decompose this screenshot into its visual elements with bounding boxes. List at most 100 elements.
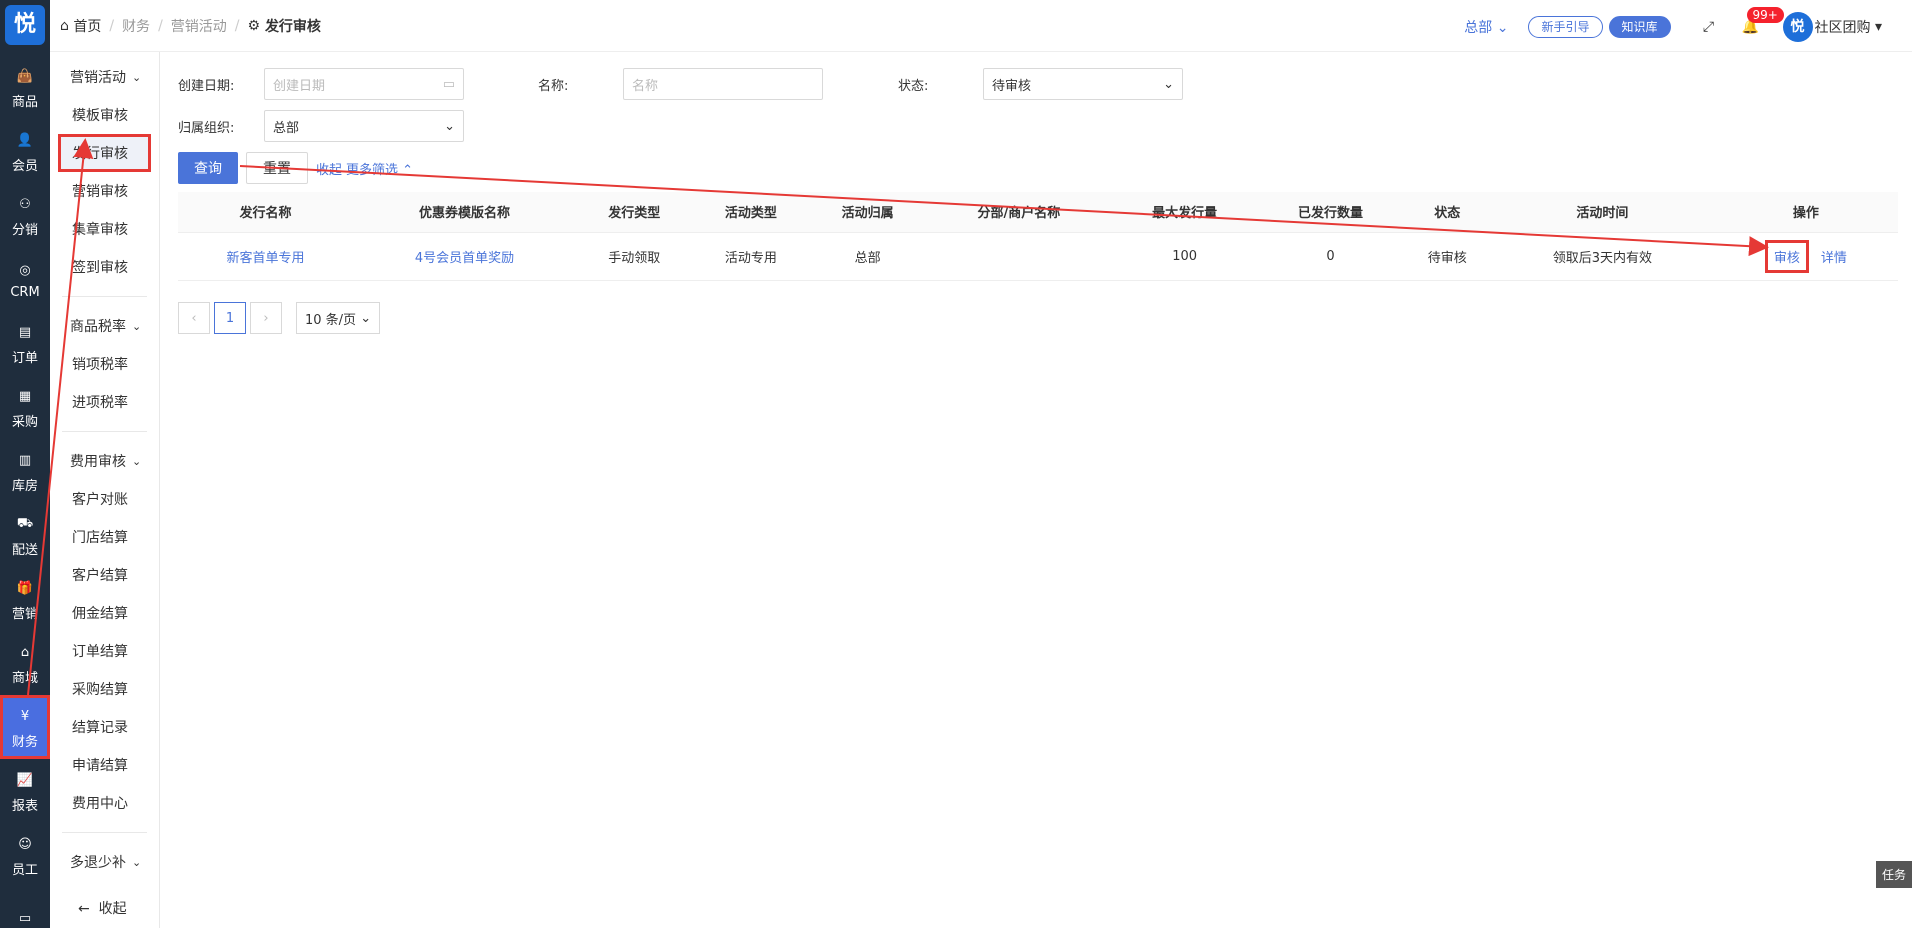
breadcrumb: ⌂ 首页 / 财务 / 营销活动 / ⚙ 发行审核 [60, 16, 321, 36]
rail-item-9[interactable]: ⌂ 商城 [0, 631, 50, 695]
rail-item-11[interactable]: 📈 报表 [0, 759, 50, 823]
rail-item-12[interactable]: ☺ 员工 [0, 823, 50, 887]
column-header: 活动时间 [1491, 192, 1714, 233]
truck-icon: ⛟ [16, 516, 34, 531]
submenu-item[interactable]: 门店结算 [50, 518, 159, 556]
rail-item-7[interactable]: ⛟ 配送 [0, 503, 50, 567]
detail-button[interactable]: 详情 [1821, 247, 1847, 266]
column-header: 发行名称 [178, 192, 354, 233]
home-icon: ⌂ [60, 18, 74, 34]
query-button[interactable]: 查询 [178, 152, 238, 184]
collapse-menu-button[interactable]: ← 收起 [78, 898, 127, 918]
created-date-input[interactable]: 创建日期 ▭ [264, 68, 464, 100]
submenu-item[interactable]: 客户结算 [50, 556, 159, 594]
staff-icon: ☺ [18, 837, 32, 852]
breadcrumb-finance[interactable]: 财务 [122, 16, 150, 36]
submenu-item[interactable]: 模板审核 [50, 96, 159, 134]
page-1-button[interactable]: 1 [214, 302, 246, 334]
chevron-down-icon: ⌄ [132, 70, 142, 84]
arrow-left-icon: ← [78, 901, 90, 917]
rail-item-3[interactable]: ◎ CRM [0, 247, 50, 311]
reset-button[interactable]: 重置 [246, 152, 308, 184]
submenu-group-3[interactable]: 多退少补 ⌄ [50, 843, 159, 881]
submenu-item[interactable]: 进项税率 [50, 383, 159, 421]
column-header: 最大发行量 [1111, 192, 1258, 233]
user-icon: 👤 [16, 133, 34, 148]
breadcrumb-home[interactable]: 首页 [73, 16, 101, 36]
org-select[interactable]: 总部 ⌄ [264, 110, 464, 142]
user-menu[interactable]: 悦 社区团购 ▾ [1782, 12, 1882, 42]
rail-item-5[interactable]: ▦ 采购 [0, 375, 50, 439]
submenu-item[interactable]: 申请结算 [50, 746, 159, 784]
issue-audit-table: 发行名称 优惠券模版名称 发行类型 活动类型 活动归属 分部/商户名称 最大发行量 已发行数量… [178, 192, 1898, 281]
filter-status: 状态: 待审核 ⌄ [898, 68, 1183, 100]
secondary-menu: 营销活动 ⌄ 模板审核 发行审核 营销审核 集章审核 签到审核商品税率 ⌄ 销项税率 进项税率费用… [50, 0, 160, 928]
cell-name[interactable]: 新客首单专用 [178, 232, 354, 281]
rail-item-label: 会员 [11, 158, 38, 174]
top-header: ⌂ 首页 / 财务 / 营销活动 / ⚙ 发行审核 总部 ⌄ 新手引导 知识库 … [50, 0, 1912, 52]
rail-item-label: 分销 [11, 222, 38, 238]
rail-item-10[interactable]: ¥ 财务 [0, 695, 50, 759]
more-filter-link[interactable]: 更多筛选 ⌃ [346, 159, 413, 178]
submenu-item[interactable]: 集章审核 [50, 210, 159, 248]
left-nav-rail: 悦 👜 商品 👤 会员 ⚇ 分销 ◎ CRM ▤ 订单 ▦ 采购 ▥ 库房 ⛟ 配送 🎁 营销 ⌂ 商城 ¥ 财务 📈 报表 ☺… [0, 0, 50, 928]
chevron-down-icon: ⌄ [132, 855, 142, 869]
page-size-select[interactable]: 10 条/页 ⌄ [296, 302, 381, 334]
submenu-item[interactable]: 费用中心 [50, 784, 159, 822]
bag-icon: 👜 [16, 69, 34, 84]
chevron-down-icon: ⌄ [132, 454, 142, 468]
filter-actions: 查询 重置 收起 更多筛选 ⌃ [178, 152, 413, 184]
submenu-item[interactable]: 采购结算 [50, 670, 159, 708]
prev-page-button[interactable]: ‹ [178, 302, 210, 334]
clipboard-icon: ▦ [18, 389, 32, 404]
guide-button[interactable]: 新手引导 [1528, 16, 1603, 38]
submenu-item[interactable]: 结算记录 [50, 708, 159, 746]
submenu-item[interactable]: 签到审核 [50, 248, 159, 286]
submenu-item[interactable]: 订单结算 [50, 632, 159, 670]
rail-item-2[interactable]: ⚇ 分销 [0, 183, 50, 247]
rail-item-8[interactable]: 🎁 营销 [0, 567, 50, 631]
submenu-group-0[interactable]: 营销活动 ⌄ [50, 58, 159, 96]
bell-icon[interactable]: 🔔 99+ [1741, 7, 1784, 37]
rail-item-13[interactable]: ▭ [0, 887, 50, 928]
submenu-group-2[interactable]: 费用审核 ⌄ [50, 442, 159, 480]
order-icon: ▤ [18, 325, 32, 340]
rail-item-4[interactable]: ▤ 订单 [0, 311, 50, 375]
collapse-filter-link[interactable]: 收起 [316, 159, 342, 178]
audit-button[interactable]: 审核 [1764, 239, 1809, 273]
filter-org: 归属组织: 总部 ⌄ [178, 110, 464, 142]
rail-item-label: 采购 [11, 414, 38, 430]
submenu-item[interactable]: 营销审核 [50, 172, 159, 210]
chevron-up-icon: ⌃ [402, 162, 414, 178]
rail-item-6[interactable]: ▥ 库房 [0, 439, 50, 503]
filter-name: 名称: 名称 [538, 68, 823, 100]
cell-template[interactable]: 4号会员首单奖励 [353, 232, 576, 281]
submenu-group-1[interactable]: 商品税率 ⌄ [50, 307, 159, 345]
column-header: 状态 [1403, 192, 1492, 233]
shop-icon: ▭ [18, 910, 32, 926]
rail-item-label: 财务 [11, 734, 38, 750]
org-switcher[interactable]: 总部 ⌄ [1464, 17, 1508, 37]
submenu-item[interactable]: 佣金结算 [50, 594, 159, 632]
column-header: 操作 [1713, 192, 1898, 233]
table-row: 新客首单专用 4号会员首单奖励 手动领取 活动专用 总部 100 0 待审核 领取后3天内有效审… [178, 232, 1898, 281]
cell-branch [926, 232, 1112, 281]
task-button[interactable]: 任务 [1875, 861, 1912, 888]
filter-created: 创建日期: 创建日期 ▭ [178, 68, 464, 100]
app-logo: 悦 [5, 5, 45, 45]
next-page-button[interactable]: › [250, 302, 282, 334]
submenu-item[interactable]: 客户对账 [50, 480, 159, 518]
knowledge-base-button[interactable]: 知识库 [1608, 16, 1671, 38]
rail-item-label: 库房 [11, 478, 38, 494]
rail-item-1[interactable]: 👤 会员 [0, 119, 50, 183]
status-select[interactable]: 待审核 ⌄ [983, 68, 1183, 100]
chevron-down-icon: ⌄ [444, 118, 455, 134]
rail-item-label: 员工 [11, 862, 38, 878]
cell-issued: 0 [1257, 232, 1404, 281]
rail-item-0[interactable]: 👜 商品 [0, 55, 50, 119]
submenu-item[interactable]: 销项税率 [50, 345, 159, 383]
name-input[interactable]: 名称 [623, 68, 823, 100]
fullscreen-icon[interactable]: ⤢ [1699, 17, 1719, 37]
submenu-item[interactable]: 发行审核 [58, 134, 151, 172]
breadcrumb-marketing[interactable]: 营销活动 [171, 16, 227, 36]
